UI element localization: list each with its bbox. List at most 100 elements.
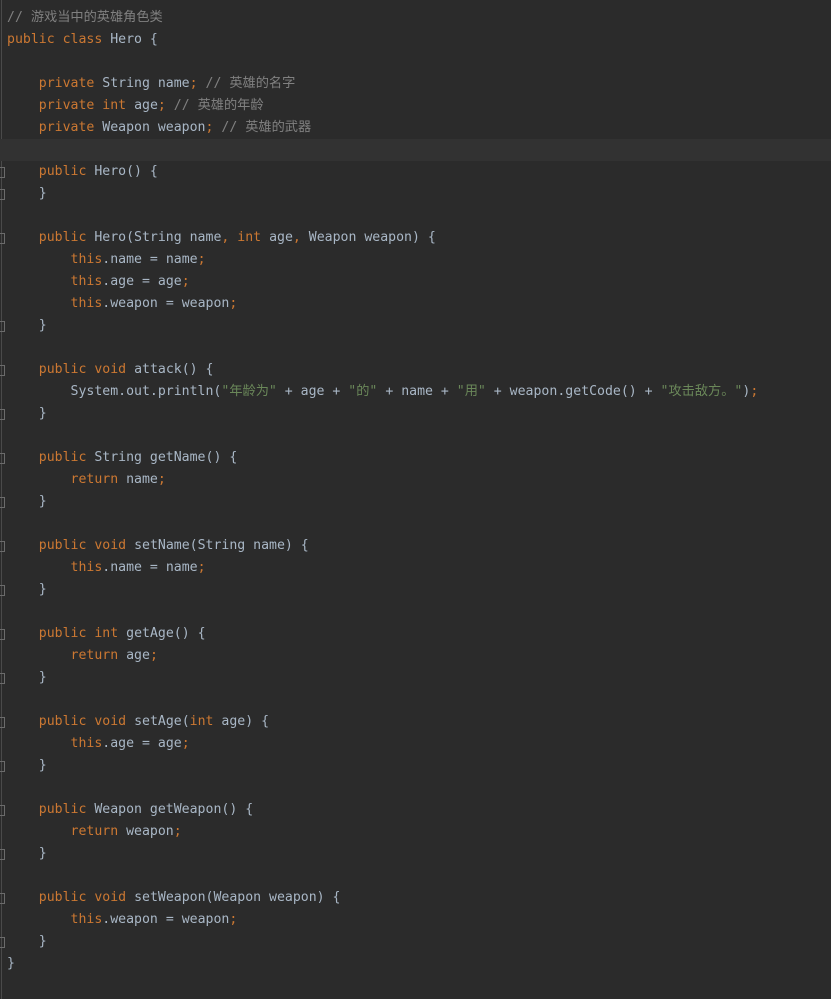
fold-marker-icon[interactable] [0, 893, 5, 904]
code-line[interactable] [0, 205, 831, 227]
code-line[interactable]: } [0, 953, 831, 975]
code-line[interactable]: public int getAge() { [0, 623, 831, 645]
code-token: age [126, 98, 158, 113]
code-token: public [38, 164, 87, 179]
code-token: "用" [456, 384, 486, 399]
code-text: public Hero() { [7, 161, 158, 183]
fold-marker-icon[interactable] [0, 673, 5, 684]
code-token: setWeapon(Weapon weapon) { [126, 890, 341, 905]
fold-marker-icon[interactable] [0, 167, 5, 178]
fold-marker-icon[interactable] [0, 365, 5, 376]
code-line[interactable]: } [0, 315, 831, 337]
code-token: ; [229, 912, 238, 927]
code-line[interactable]: } [0, 931, 831, 953]
code-editor[interactable]: // 游戏当中的英雄角色类 public class Hero { private… [0, 0, 831, 999]
code-token: return [70, 824, 119, 839]
code-line[interactable]: } [0, 667, 831, 689]
code-line[interactable]: } [0, 403, 831, 425]
code-token: System.out.println( [7, 384, 222, 399]
code-line[interactable]: public void setAge(int age) { [0, 711, 831, 733]
code-line[interactable]: public class Hero { [0, 29, 831, 51]
code-line[interactable]: return weapon; [0, 821, 831, 843]
fold-marker-icon[interactable] [0, 409, 5, 420]
code-line[interactable] [0, 139, 831, 161]
code-line[interactable] [0, 337, 831, 359]
code-lines[interactable]: // 游戏当中的英雄角色类 public class Hero { private… [0, 7, 831, 975]
code-line[interactable]: private Weapon weapon; // 英雄的武器 [0, 117, 831, 139]
code-token: } [7, 186, 47, 201]
fold-marker-icon[interactable] [0, 497, 5, 508]
code-line[interactable]: this.age = age; [0, 271, 831, 293]
code-line[interactable]: this.weapon = weapon; [0, 909, 831, 931]
code-line[interactable]: this.name = name; [0, 249, 831, 271]
code-token: int [189, 714, 214, 729]
fold-marker-icon[interactable] [0, 805, 5, 816]
code-token: ; [197, 252, 206, 267]
code-token: this [70, 560, 103, 575]
code-token: ; [181, 736, 190, 751]
code-line[interactable]: // 游戏当中的英雄角色类 [0, 7, 831, 29]
code-token: return [70, 472, 119, 487]
code-line[interactable] [0, 865, 831, 887]
code-token: // 游戏当中的英雄角色类 [7, 10, 163, 25]
code-token: // 英雄的年龄 [173, 98, 264, 113]
code-line[interactable]: System.out.println("年龄为" + age + "的" + n… [0, 381, 831, 403]
fold-marker-icon[interactable] [0, 189, 5, 200]
code-token: + weapon.getCode() + [485, 384, 661, 399]
code-token: "攻击敌方。" [660, 384, 743, 399]
code-token: setAge( [126, 714, 190, 729]
fold-marker-icon[interactable] [0, 761, 5, 772]
fold-marker-icon[interactable] [0, 453, 5, 464]
code-line[interactable]: public Hero(String name, int age, Weapon… [0, 227, 831, 249]
code-token: public [38, 538, 87, 553]
code-line[interactable]: private int age; // 英雄的年龄 [0, 95, 831, 117]
code-line[interactable] [0, 425, 831, 447]
fold-marker-icon[interactable] [0, 937, 5, 948]
fold-marker-icon[interactable] [0, 585, 5, 596]
code-token: .name = name [102, 252, 198, 267]
code-line[interactable]: this.name = name; [0, 557, 831, 579]
code-line[interactable]: } [0, 843, 831, 865]
code-line[interactable]: } [0, 491, 831, 513]
code-text: } [7, 843, 47, 865]
fold-marker-icon[interactable] [0, 321, 5, 332]
code-line[interactable]: public void setName(String name) { [0, 535, 831, 557]
code-line[interactable]: public void setWeapon(Weapon weapon) { [0, 887, 831, 909]
code-line[interactable]: } [0, 579, 831, 601]
fold-marker-icon[interactable] [0, 233, 5, 244]
code-token: this [70, 736, 103, 751]
code-line[interactable] [0, 51, 831, 73]
code-token: age [118, 648, 150, 663]
code-token: .age = age [102, 274, 182, 289]
code-line[interactable]: } [0, 183, 831, 205]
code-line[interactable]: } [0, 755, 831, 777]
code-line[interactable]: return name; [0, 469, 831, 491]
fold-marker-icon[interactable] [0, 629, 5, 640]
fold-marker-icon[interactable] [0, 849, 5, 860]
code-line[interactable] [0, 777, 831, 799]
code-token: ; [189, 76, 198, 91]
code-line[interactable] [0, 513, 831, 535]
code-line[interactable]: return age; [0, 645, 831, 667]
code-text: public void setName(String name) { [7, 535, 309, 557]
code-token: Hero() { [86, 164, 158, 179]
code-line[interactable] [0, 601, 831, 623]
fold-marker-icon[interactable] [0, 541, 5, 552]
code-token: String name [94, 76, 190, 91]
code-token: private [38, 98, 95, 113]
code-line[interactable] [0, 689, 831, 711]
code-text: private int age; // 英雄的年龄 [7, 95, 264, 117]
code-line[interactable]: this.age = age; [0, 733, 831, 755]
code-line[interactable]: public void attack() { [0, 359, 831, 381]
fold-marker-icon[interactable] [0, 717, 5, 728]
code-line[interactable]: public String getName() { [0, 447, 831, 469]
code-text: this.name = name; [7, 249, 206, 271]
code-line[interactable]: public Weapon getWeapon() { [0, 799, 831, 821]
code-line[interactable]: this.weapon = weapon; [0, 293, 831, 315]
code-line[interactable]: public Hero() { [0, 161, 831, 183]
code-line[interactable]: private String name; // 英雄的名字 [0, 73, 831, 95]
code-text: // 游戏当中的英雄角色类 [7, 7, 163, 29]
